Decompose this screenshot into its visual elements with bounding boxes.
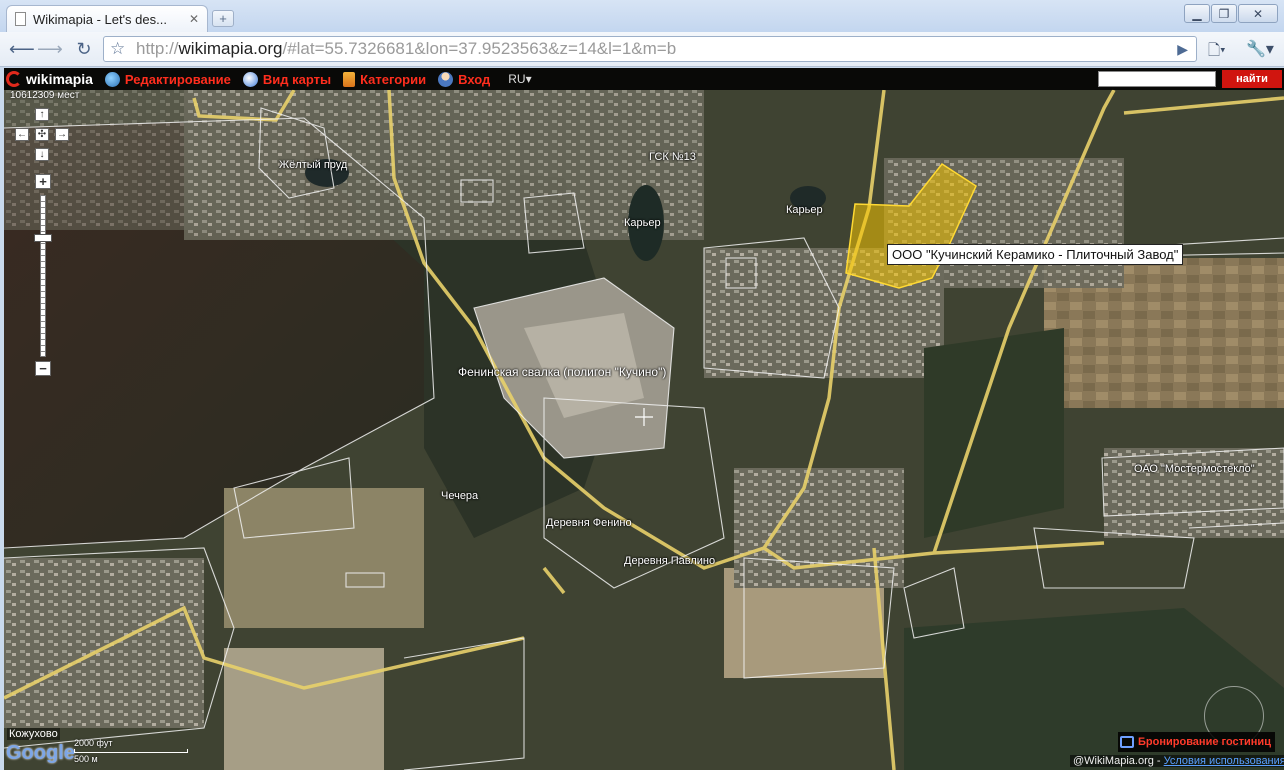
star-icon[interactable]: ☆: [110, 37, 125, 61]
pan-down-icon[interactable]: ↓: [35, 148, 49, 161]
chevron-down-icon: ▾: [525, 72, 532, 86]
back-arrow-icon[interactable]: ⟵: [9, 38, 35, 60]
page-icon: [15, 12, 26, 26]
scale-bar: 2000 фут 500 м: [74, 738, 188, 764]
go-icon[interactable]: ▶: [1177, 37, 1188, 61]
map-viewport[interactable]: wikimapia Редактирование Вид карты Катег…: [4, 68, 1284, 770]
wikimapia-toolbar: wikimapia Редактирование Вид карты Катег…: [4, 68, 1284, 90]
menu-edit-label: Редактирование: [124, 71, 231, 87]
logo-swirl-icon: [6, 71, 22, 87]
zoom-in-button[interactable]: +: [35, 174, 51, 189]
menu-login[interactable]: Вход: [438, 71, 491, 87]
menu-view-label: Вид карты: [262, 71, 332, 87]
pan-right-icon[interactable]: →: [55, 128, 69, 141]
forward-arrow-icon[interactable]: ⟶: [37, 38, 63, 60]
maximize-button[interactable]: ❐: [1211, 4, 1237, 23]
scale-feet: 2000 фут: [74, 738, 113, 748]
label-mostermost[interactable]: ОАО "Мостермостекло": [1134, 463, 1255, 475]
label-quarry-1[interactable]: Карьер: [624, 217, 661, 229]
label-fenino[interactable]: Деревня Фенино: [546, 517, 632, 529]
menu-map-view[interactable]: Вид карты: [242, 71, 332, 87]
label-kozhukhovo[interactable]: Кожухово: [7, 728, 60, 740]
copyright-text: @WikiMapia.org -: [1073, 755, 1164, 767]
new-tab-button[interactable]: +: [212, 10, 234, 27]
url-host: wikimapia.org: [178, 39, 283, 58]
hotel-booking-label: Бронирование гостиниц: [1138, 736, 1271, 748]
scale-meters: 500 м: [74, 754, 98, 764]
label-yellow-pond[interactable]: Жёлтый пруд: [279, 159, 347, 171]
label-gsk[interactable]: ГСК №13: [649, 151, 696, 163]
scale-line: [74, 749, 188, 753]
zoom-slider-handle[interactable]: [34, 234, 52, 242]
window-close-button[interactable]: ✕: [1238, 4, 1278, 23]
satellite-map[interactable]: [4, 68, 1284, 770]
url-path: /#lat=55.7326681&lon=37.9523563&z=14&l=1…: [282, 39, 677, 58]
minimize-button[interactable]: ▁: [1184, 4, 1210, 23]
object-count: 10612309 мест: [10, 90, 80, 101]
menu-edit[interactable]: Редактирование: [104, 71, 231, 87]
browser-toolbar: ⟵ ⟶ ↻ ☆ http://wikimapia.org/#lat=55.732…: [0, 32, 1284, 67]
language-selector[interactable]: RU▾: [508, 72, 531, 86]
globe-icon: [104, 71, 120, 87]
terms-link[interactable]: Условия использования: [1164, 755, 1284, 767]
url-scheme: http://: [136, 39, 179, 58]
close-tab-icon[interactable]: ✕: [189, 12, 199, 26]
zoom-slider[interactable]: [40, 195, 46, 357]
menu-categories[interactable]: Категории: [343, 71, 427, 87]
label-quarry-2[interactable]: Карьер: [786, 204, 823, 216]
logo-text: wikimapia: [26, 71, 93, 87]
pan-up-icon[interactable]: ↑: [35, 108, 49, 121]
hotel-booking-link[interactable]: Бронирование гостиниц: [1118, 732, 1275, 752]
menu-categories-label: Категории: [360, 71, 427, 87]
category-icon: [343, 71, 356, 87]
pan-center-icon[interactable]: ✣: [35, 128, 49, 141]
compass-icon: [242, 71, 258, 87]
pan-left-icon[interactable]: ←: [15, 128, 29, 141]
language-label: RU: [508, 72, 526, 86]
title-bar: Wikimapia - Let's des... ✕ + ▁ ❐ ✕: [0, 0, 1284, 32]
google-logo: Google: [6, 742, 75, 764]
zoom-out-button[interactable]: −: [35, 361, 51, 376]
object-tooltip: ООО "Кучинский Керамико - Плиточный Заво…: [887, 244, 1184, 265]
address-bar[interactable]: ☆ http://wikimapia.org/#lat=55.7326681&l…: [103, 36, 1197, 62]
menu-login-label: Вход: [458, 71, 491, 87]
user-icon: [438, 71, 454, 87]
page-menu-icon[interactable]: 🗋▾: [1208, 40, 1226, 65]
chat-icon: [1120, 736, 1134, 748]
wikimapia-logo[interactable]: wikimapia: [6, 71, 93, 87]
browser-tab[interactable]: Wikimapia - Let's des... ✕: [6, 5, 208, 32]
tab-title: Wikimapia - Let's des...: [33, 11, 167, 27]
copyright-bar: @WikiMapia.org - Условия использования: [1070, 755, 1284, 767]
find-button[interactable]: найти: [1222, 70, 1282, 88]
search-input[interactable]: [1098, 71, 1216, 87]
wrench-icon[interactable]: 🔧▾: [1246, 39, 1274, 59]
label-landfill[interactable]: Фенинская свалка (полигон "Кучино"): [458, 365, 666, 379]
label-pavlino[interactable]: Деревня Павлино: [624, 555, 715, 567]
label-checher[interactable]: Чечера: [441, 490, 478, 502]
reload-icon[interactable]: ↻: [72, 38, 96, 60]
